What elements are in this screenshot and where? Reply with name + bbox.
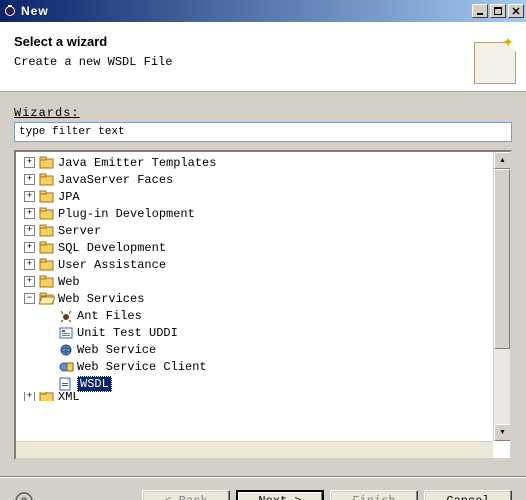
folder-closed-icon <box>39 207 55 221</box>
wsc-icon <box>58 360 74 374</box>
folder-closed-icon <box>39 224 55 238</box>
folder-closed-icon <box>39 241 55 255</box>
folder-closed-icon <box>39 258 55 272</box>
folder-closed-icon <box>39 392 55 401</box>
app-icon <box>2 3 18 19</box>
tree-item-label: Server <box>58 224 101 238</box>
back-button: < Back <box>142 490 230 500</box>
tree-elbow <box>43 361 54 372</box>
tree-leaf[interactable]: Web Service <box>18 341 510 358</box>
expand-icon[interactable]: + <box>24 259 35 270</box>
tree-item-label: User Assistance <box>58 258 166 272</box>
title-bar: New <box>0 0 526 22</box>
scroll-down-button[interactable]: ▼ <box>494 424 511 441</box>
scroll-up-button[interactable]: ▲ <box>494 152 511 169</box>
tree-folder[interactable]: + Java Emitter Templates <box>18 154 510 171</box>
tree-item-label: JPA <box>58 190 80 204</box>
tree-folder[interactable]: + User Assistance <box>18 256 510 273</box>
wizard-subtitle: Create a new WSDL File <box>14 55 512 69</box>
close-button[interactable] <box>508 4 524 18</box>
horizontal-scrollbar[interactable] <box>16 441 493 458</box>
tree-item-label: Web Service Client <box>77 360 207 374</box>
expand-icon[interactable]: + <box>24 242 35 253</box>
tree-item-label: Plug-in Development <box>58 207 195 221</box>
window-title: New <box>21 4 470 18</box>
filter-input[interactable] <box>14 122 512 142</box>
uddi-icon <box>58 326 74 340</box>
folder-closed-icon <box>39 156 55 170</box>
svg-text:?: ? <box>21 496 28 500</box>
tree-item-label: Web Services <box>58 292 144 306</box>
wizard-tree[interactable]: + Java Emitter Templates + JavaServer Faces… <box>16 152 510 458</box>
wizards-label: Wizards: <box>14 106 512 120</box>
tree-item-label: JavaServer Faces <box>58 173 173 187</box>
next-button[interactable]: Next > <box>236 490 324 500</box>
tree-elbow <box>43 344 54 355</box>
vertical-scrollbar[interactable]: ▲ ▼ <box>493 152 510 441</box>
folder-closed-icon <box>39 275 55 289</box>
tree-folder[interactable]: + XML <box>18 392 510 401</box>
tree-item-label: Java Emitter Templates <box>58 156 216 170</box>
finish-button: Finish <box>330 490 418 500</box>
wizard-body: Wizards: + Java Emitter Templates + JavaSer… <box>0 92 526 468</box>
folder-closed-icon <box>39 190 55 204</box>
expand-icon[interactable]: + <box>24 174 35 185</box>
tree-item-label: XML <box>58 392 80 401</box>
expand-icon[interactable]: + <box>24 276 35 287</box>
tree-item-label: Web <box>58 275 80 289</box>
wizard-banner-icon: ✦ <box>454 32 516 84</box>
cancel-button[interactable]: Cancel <box>424 490 512 500</box>
tree-elbow <box>43 327 54 338</box>
tree-container: + Java Emitter Templates + JavaServer Faces… <box>14 150 512 460</box>
expand-icon[interactable]: + <box>24 225 35 236</box>
tree-elbow <box>43 378 54 389</box>
tree-folder[interactable]: + SQL Development <box>18 239 510 256</box>
expand-icon[interactable]: + <box>24 157 35 168</box>
tree-item-label: SQL Development <box>58 241 166 255</box>
ant-icon <box>58 309 74 323</box>
button-bar: ? < Back Next > Finish Cancel <box>0 478 526 500</box>
scroll-thumb[interactable] <box>494 169 510 349</box>
tree-folder[interactable]: + Plug-in Development <box>18 205 510 222</box>
tree-elbow <box>43 310 54 321</box>
tree-item-label: Unit Test UDDI <box>77 326 178 340</box>
tree-folder[interactable]: + JavaServer Faces <box>18 171 510 188</box>
minimize-button[interactable] <box>472 4 488 18</box>
expand-icon[interactable]: + <box>24 208 35 219</box>
tree-item-label: Web Service <box>77 343 156 357</box>
folder-open-icon <box>39 292 55 306</box>
scroll-track[interactable] <box>494 169 510 424</box>
wsdl-icon <box>58 377 74 391</box>
tree-leaf[interactable]: WSDL <box>18 375 510 392</box>
collapse-icon[interactable]: − <box>24 293 35 304</box>
tree-leaf[interactable]: Ant Files <box>18 307 510 324</box>
tree-leaf[interactable]: Web Service Client <box>18 358 510 375</box>
tree-item-label: WSDL <box>77 376 112 392</box>
ws-icon <box>58 343 74 357</box>
help-icon[interactable]: ? <box>14 491 34 500</box>
maximize-button[interactable] <box>490 4 506 18</box>
tree-folder[interactable]: − Web Services <box>18 290 510 307</box>
tree-leaf[interactable]: Unit Test UDDI <box>18 324 510 341</box>
wizard-header: Select a wizard Create a new WSDL File ✦ <box>0 22 526 92</box>
tree-folder[interactable]: + JPA <box>18 188 510 205</box>
expand-icon[interactable]: + <box>24 191 35 202</box>
tree-folder[interactable]: + Server <box>18 222 510 239</box>
tree-folder[interactable]: + Web <box>18 273 510 290</box>
folder-closed-icon <box>39 173 55 187</box>
expand-icon[interactable]: + <box>24 392 35 401</box>
tree-item-label: Ant Files <box>77 309 142 323</box>
wizard-title: Select a wizard <box>14 34 512 49</box>
